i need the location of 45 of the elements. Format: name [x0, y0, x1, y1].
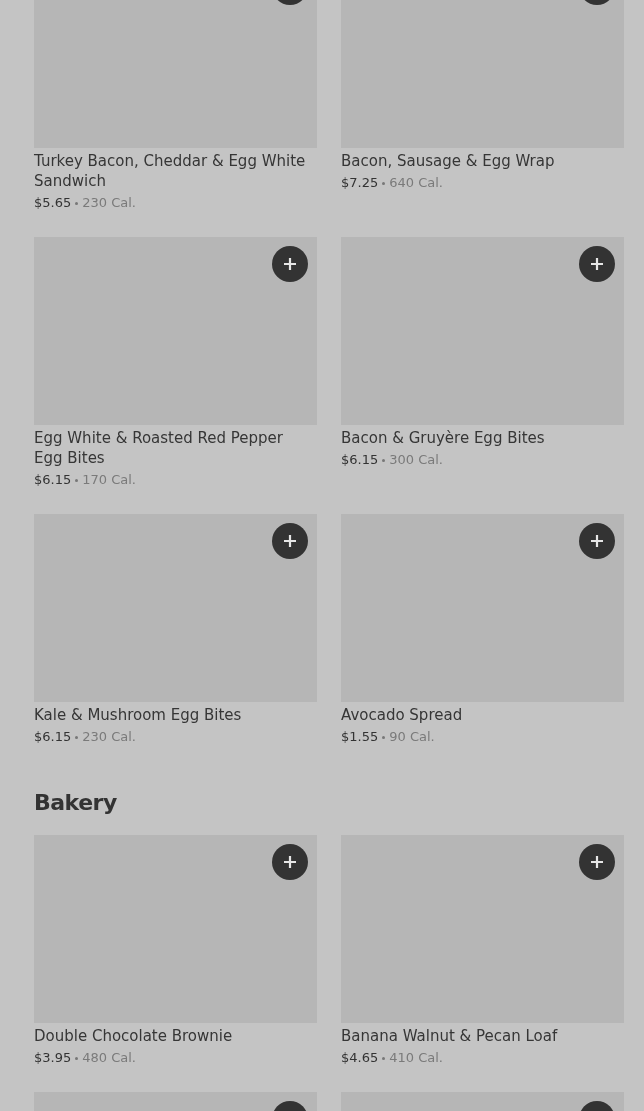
item-calories: 480 Cal.: [82, 1049, 136, 1067]
item-calories: 640 Cal.: [389, 174, 443, 192]
item-price: $7.25: [341, 174, 379, 192]
add-button[interactable]: [579, 523, 615, 559]
item-calories: 90 Cal.: [389, 728, 435, 746]
separator-dot: [382, 458, 386, 462]
separator-dot: [75, 735, 79, 739]
separator-dot: [75, 1056, 79, 1060]
add-button[interactable]: [579, 844, 615, 880]
add-button[interactable]: [272, 523, 308, 559]
item-price: $3.95: [34, 1049, 72, 1067]
item-name[interactable]: Turkey Bacon, Cheddar & Egg White Sandwich: [34, 151, 310, 191]
plus-icon: [283, 855, 297, 869]
item-name[interactable]: Bacon & Gruyère Egg Bites: [341, 428, 617, 448]
item-price: $1.55: [341, 728, 379, 746]
item-name[interactable]: Egg White & Roasted Red Pepper Egg Bites: [34, 428, 310, 468]
item-calories: 410 Cal.: [389, 1049, 443, 1067]
plus-icon: [590, 855, 604, 869]
item-calories: 170 Cal.: [82, 471, 136, 489]
item-name[interactable]: Bacon, Sausage & Egg Wrap: [341, 151, 617, 171]
separator-dot: [382, 1056, 386, 1060]
section-heading: Bakery: [34, 789, 118, 817]
add-button[interactable]: [272, 246, 308, 282]
add-button[interactable]: [579, 246, 615, 282]
separator-dot: [382, 735, 386, 739]
item-price: $6.15: [341, 451, 379, 469]
item-price: $4.65: [341, 1049, 379, 1067]
item-name[interactable]: Kale & Mushroom Egg Bites: [34, 705, 310, 725]
item-calories: 300 Cal.: [389, 451, 443, 469]
item-name[interactable]: Double Chocolate Brownie: [34, 1026, 310, 1046]
separator-dot: [75, 478, 79, 482]
item-name[interactable]: Banana Walnut & Pecan Loaf: [341, 1026, 617, 1046]
plus-icon: [590, 534, 604, 548]
separator-dot: [75, 201, 79, 205]
separator-dot: [382, 181, 386, 185]
item-calories: 230 Cal.: [82, 194, 136, 212]
item-price: $6.15: [34, 728, 72, 746]
plus-icon: [283, 534, 297, 548]
item-price: $6.15: [34, 471, 72, 489]
item-name[interactable]: Avocado Spread: [341, 705, 617, 725]
item-calories: 230 Cal.: [82, 728, 136, 746]
item-price: $5.65: [34, 194, 72, 212]
plus-icon: [590, 257, 604, 271]
plus-icon: [283, 257, 297, 271]
add-button[interactable]: [272, 844, 308, 880]
